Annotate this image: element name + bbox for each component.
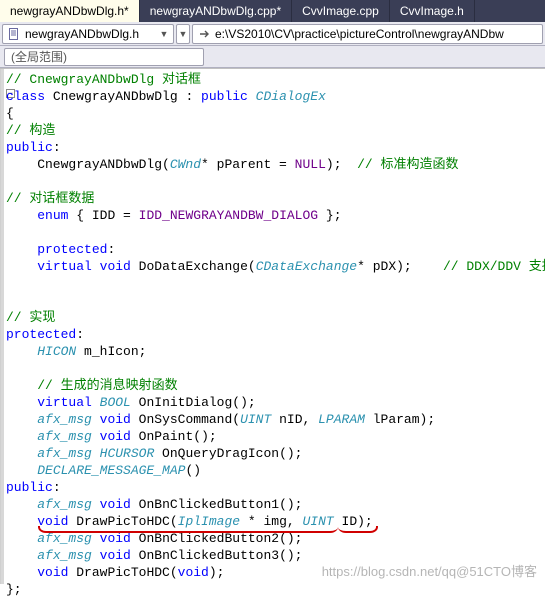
- highlight-underline: [38, 526, 338, 533]
- code-line: [6, 173, 545, 190]
- code-line: public:: [6, 479, 545, 496]
- code-line: DECLARE_MESSAGE_MAP(): [6, 462, 545, 479]
- code-line: enum { IDD = IDD_NEWGRAYANDBW_DIALOG };: [6, 207, 545, 224]
- code-line: virtual BOOL OnInitDialog();: [6, 394, 545, 411]
- code-line: // 构造: [6, 122, 545, 139]
- code-line: class CnewgrayANDbwDlg : public CDialogE…: [6, 88, 545, 105]
- code-line: afx_msg void OnBnClickedButton3();: [6, 547, 545, 564]
- file-combo-text: newgrayANDbwDlg.h: [25, 27, 159, 41]
- code-line: // 生成的消息映射函数: [6, 377, 545, 394]
- code-line: HICON m_hIcon;: [6, 343, 545, 360]
- split-dropdown[interactable]: ▼: [176, 24, 190, 44]
- file-combo[interactable]: newgrayANDbwDlg.h ▼: [2, 24, 174, 44]
- tab-cvvimage-cpp[interactable]: CvvImage.cpp: [292, 0, 390, 22]
- code-line: [6, 224, 545, 241]
- tab-newgrayandbwdlg-h-[interactable]: newgrayANDbwDlg.h*: [0, 0, 140, 22]
- code-area[interactable]: // CnewgrayANDbwDlg 对话框class CnewgrayAND…: [1, 69, 545, 584]
- tab-bar: newgrayANDbwDlg.h*newgrayANDbwDlg.cpp*Cv…: [0, 0, 545, 22]
- navigation-bar: newgrayANDbwDlg.h ▼ ▼ e:\VS2010\CV\pract…: [0, 22, 545, 46]
- code-line: afx_msg HCURSOR OnQueryDragIcon();: [6, 445, 545, 462]
- tab-cvvimage-h[interactable]: CvvImage.h: [390, 0, 475, 22]
- code-line: protected:: [6, 241, 545, 258]
- code-line: afx_msg void OnBnClickedButton1();: [6, 496, 545, 513]
- scope-bar: (全局范围): [0, 46, 545, 68]
- code-editor[interactable]: − // CnewgrayANDbwDlg 对话框class CnewgrayA…: [0, 68, 545, 584]
- code-line: afx_msg void OnSysCommand(UINT nID, LPAR…: [6, 411, 545, 428]
- code-line: protected:: [6, 326, 545, 343]
- code-line: {: [6, 105, 545, 122]
- code-line: CnewgrayANDbwDlg(CWnd* pParent = NULL); …: [6, 156, 545, 173]
- code-line: [6, 292, 545, 309]
- scope-combo[interactable]: (全局范围): [4, 48, 204, 66]
- path-combo[interactable]: e:\VS2010\CV\practice\pictureControl\new…: [192, 24, 543, 44]
- code-line: [6, 275, 545, 292]
- code-line: virtual void DoDataExchange(CDataExchang…: [6, 258, 545, 275]
- code-line: void DrawPicToHDC(void);: [6, 564, 545, 581]
- tab-newgrayandbwdlg-cpp-[interactable]: newgrayANDbwDlg.cpp*: [140, 0, 292, 22]
- chevron-down-icon: ▼: [178, 29, 188, 39]
- code-line: public:: [6, 139, 545, 156]
- chevron-down-icon: ▼: [159, 29, 169, 39]
- code-line: // 对话框数据: [6, 190, 545, 207]
- code-line: [6, 360, 545, 377]
- highlight-underline: [338, 526, 378, 533]
- code-line: afx_msg void OnPaint();: [6, 428, 545, 445]
- code-line: // CnewgrayANDbwDlg 对话框: [6, 71, 545, 88]
- path-combo-text: e:\VS2010\CV\practice\pictureControl\new…: [215, 27, 538, 41]
- code-line: // 实现: [6, 309, 545, 326]
- scope-label: (全局范围): [11, 48, 67, 65]
